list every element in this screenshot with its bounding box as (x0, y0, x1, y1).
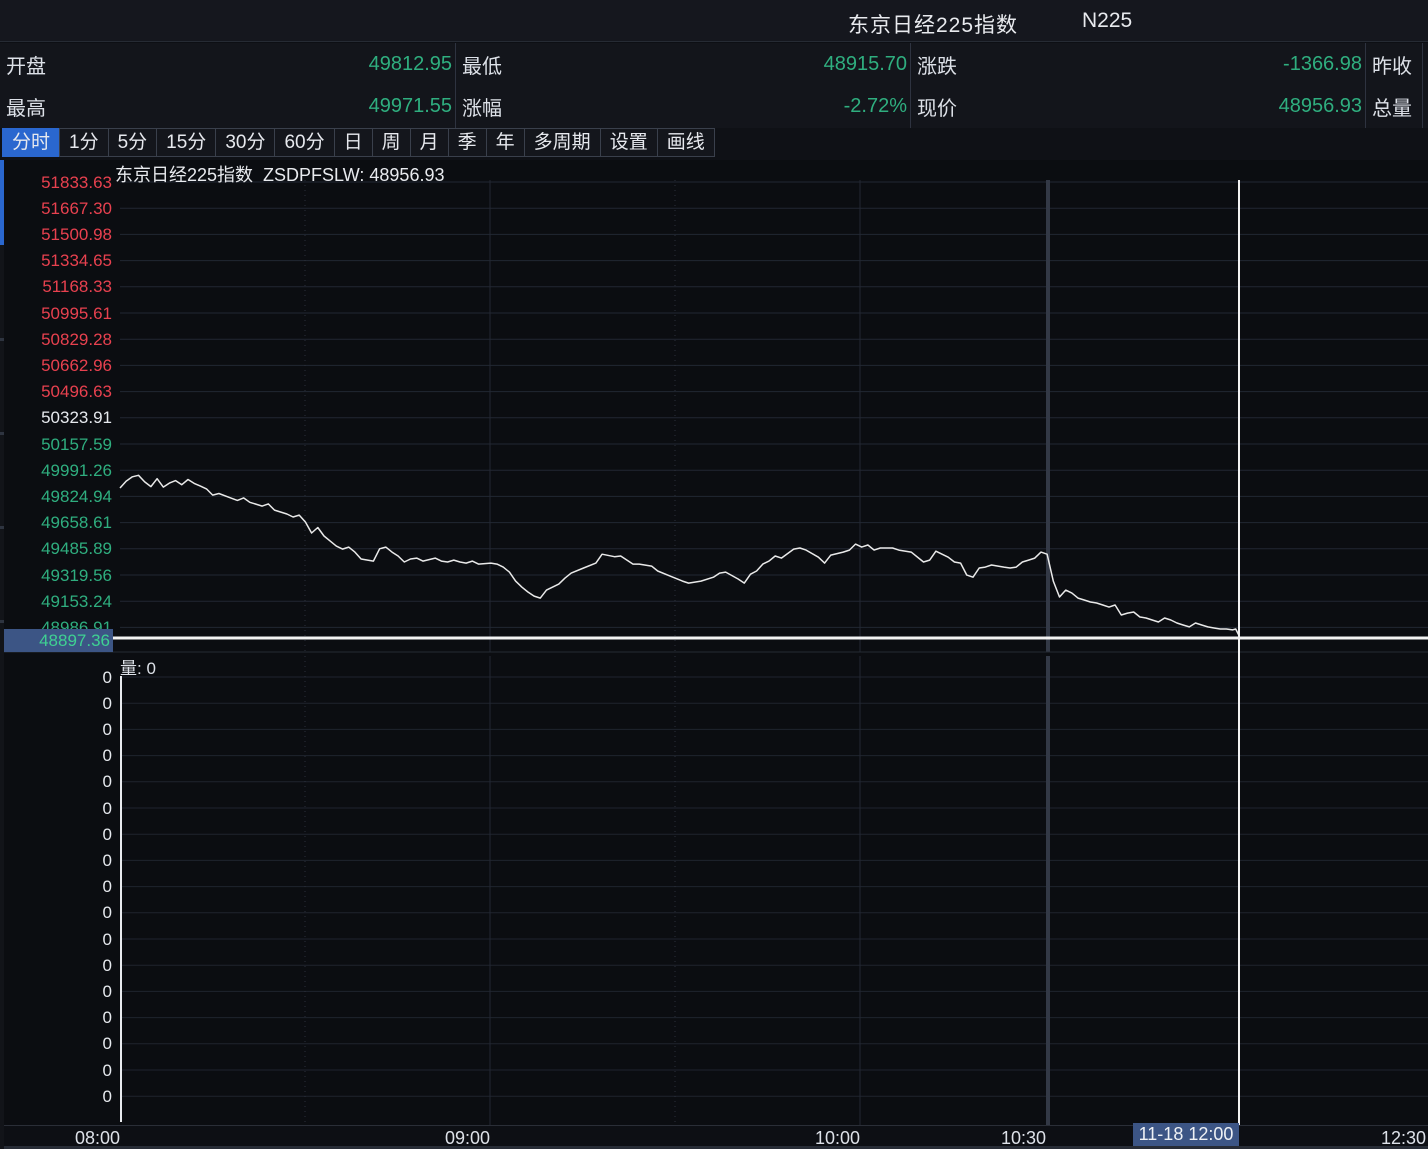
instrument-code: N225 (1082, 9, 1132, 33)
scrollbar-tick (0, 432, 4, 435)
price-axis-label: 49319.56 (0, 566, 112, 585)
price-axis-label: 50829.28 (0, 330, 112, 349)
vertical-scrollbar-thumb[interactable] (0, 160, 4, 245)
quote-label: 昨收 (1366, 50, 1412, 79)
tab-日[interactable]: 日 (334, 128, 373, 157)
volume-axis-label: 0 (0, 1061, 112, 1080)
tab-5分[interactable]: 5分 (108, 128, 158, 157)
quote-label: 开盘 (0, 50, 46, 79)
volume-axis-label: 0 (0, 903, 112, 922)
price-line (120, 475, 1239, 635)
price-axis-label: 49485.89 (0, 539, 112, 558)
quote-group: 最低48915.70涨幅-2.72% (456, 43, 911, 128)
quote-label: 涨幅 (456, 92, 502, 121)
tab-年[interactable]: 年 (486, 128, 525, 157)
volume-axis-label: 0 (0, 746, 112, 765)
tab-设置[interactable]: 设置 (600, 128, 658, 157)
quote-value: -2.72% (502, 95, 910, 118)
vertical-scrollbar[interactable] (0, 160, 4, 1149)
quote-group: 开盘49812.95最高49971.55 (0, 43, 456, 128)
price-axis-label: 50496.63 (0, 382, 112, 401)
quote-group: 涨跌-1366.98现价48956.93 (911, 43, 1366, 128)
quote-row: 涨跌-1366.98 (911, 43, 1365, 86)
period-tab-bar: 分时1分5分15分30分60分日周月季年多周期设置画线 (0, 128, 1428, 160)
volume-axis-label: 0 (0, 1008, 112, 1027)
quote-row: 涨幅-2.72% (456, 86, 910, 129)
chart-indicator-text: ZSDPFSLW: 48956.93 (263, 165, 444, 185)
tab-周[interactable]: 周 (372, 128, 411, 157)
quote-value: 49812.95 (46, 53, 455, 76)
quote-value: -1366.98 (957, 53, 1365, 76)
chart-canvas[interactable] (0, 160, 1428, 1149)
volume-axis-label: 0 (0, 694, 112, 713)
quote-row: 总量 (1366, 86, 1422, 129)
price-axis-label: 50157.59 (0, 435, 112, 454)
tab-15分[interactable]: 15分 (156, 128, 216, 157)
volume-axis-label: 0 (0, 1034, 112, 1053)
chart-region[interactable]: 东京日经225指数 ZSDPFSLW: 48956.93 51833.63 5166… (0, 160, 1428, 1149)
quote-label: 总量 (1366, 92, 1412, 121)
volume-axis-label: 0 (0, 956, 112, 975)
price-axis-label: 50995.61 (0, 304, 112, 323)
quote-label: 最高 (0, 92, 46, 121)
quote-row: 昨收 (1366, 43, 1422, 86)
quote-label: 最低 (456, 50, 502, 79)
scrollbar-tick (0, 620, 4, 623)
quote-row: 最高49971.55 (0, 86, 455, 129)
tab-画线[interactable]: 画线 (657, 128, 715, 157)
quote-label: 现价 (911, 92, 957, 121)
quote-label: 涨跌 (911, 50, 957, 79)
quote-row: 现价48956.93 (911, 86, 1365, 129)
tab-月[interactable]: 月 (410, 128, 449, 157)
tab-1分[interactable]: 1分 (59, 128, 109, 157)
price-axis-label: 50323.91 (0, 408, 112, 427)
scrollbar-tick (0, 526, 4, 529)
price-axis-label: 49991.26 (0, 461, 112, 480)
tab-多周期[interactable]: 多周期 (524, 128, 601, 157)
volume-axis-label: 0 (0, 982, 112, 1001)
volume-axis-label: 0 (0, 825, 112, 844)
volume-axis-label: 0 (0, 668, 112, 687)
volume-axis-label: 0 (0, 772, 112, 791)
quote-info-bar: 开盘49812.95最高49971.55最低48915.70涨幅-2.72%涨跌… (0, 43, 1428, 128)
quote-row: 开盘49812.95 (0, 43, 455, 86)
quote-value: 49971.55 (46, 95, 455, 118)
quote-value: 48915.70 (502, 53, 910, 76)
crosshair-time-tag: 11-18 12:00 (1133, 1123, 1239, 1146)
price-axis-label: 51667.30 (0, 199, 112, 218)
price-axis-label: 51833.63 (0, 173, 112, 192)
price-axis-label: 49153.24 (0, 592, 112, 611)
volume-axis-label: 0 (0, 720, 112, 739)
volume-axis-label: 0 (0, 877, 112, 896)
quote-group: 昨收总量 (1366, 43, 1423, 128)
quote-row: 最低48915.70 (456, 43, 910, 86)
volume-axis-label: 0 (0, 930, 112, 949)
tab-季[interactable]: 季 (448, 128, 487, 157)
instrument-name: 东京日经225指数 (848, 9, 1018, 39)
volume-header: 量: 0 (120, 654, 156, 679)
tab-30分[interactable]: 30分 (215, 128, 275, 157)
chart-overlay-title: 东京日经225指数 ZSDPFSLW: 48956.93 (115, 161, 444, 187)
tab-60分[interactable]: 60分 (274, 128, 334, 157)
tab-分时[interactable]: 分时 (2, 128, 60, 157)
volume-axis-label: 0 (0, 1087, 112, 1106)
crosshair-price-tag: 48897.36 (0, 629, 113, 652)
chart-title-text: 东京日经225指数 (115, 165, 253, 185)
scrollbar-tick (0, 338, 4, 341)
price-axis-label: 50662.96 (0, 356, 112, 375)
price-axis-label: 51500.98 (0, 225, 112, 244)
price-axis-label: 49824.94 (0, 487, 112, 506)
price-axis-label: 51334.65 (0, 251, 112, 270)
price-axis-label: 49658.61 (0, 513, 112, 532)
title-bar: 东京日经225指数 N225 (0, 0, 1428, 42)
volume-axis-label: 0 (0, 799, 112, 818)
price-axis-label: 51168.33 (0, 277, 112, 296)
quote-value: 48956.93 (957, 95, 1365, 118)
volume-axis-label: 0 (0, 851, 112, 870)
